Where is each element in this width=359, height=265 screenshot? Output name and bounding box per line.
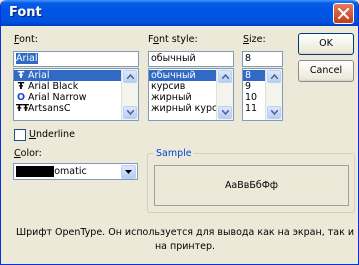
color-label: Color: bbox=[14, 148, 42, 159]
scroll-down-button[interactable] bbox=[123, 106, 137, 119]
underline-label: Underline bbox=[29, 129, 75, 140]
font-type-icon: Ŧ bbox=[17, 70, 25, 81]
font-item-label: Arial bbox=[28, 70, 50, 81]
chevron-up-icon bbox=[127, 74, 134, 79]
font-style-scrollbar[interactable] bbox=[216, 69, 233, 120]
title-bar[interactable]: Font bbox=[1, 0, 358, 26]
font-scrollbar[interactable] bbox=[121, 69, 138, 120]
chevron-down-icon bbox=[222, 110, 229, 115]
window-title: Font bbox=[9, 5, 42, 20]
font-item-label: Arial Black bbox=[28, 81, 79, 92]
close-button[interactable] bbox=[333, 3, 354, 24]
underline-checkbox[interactable] bbox=[14, 129, 26, 141]
font-item-label: Arial Narrow bbox=[28, 92, 87, 103]
list-item[interactable]: Ŧ Arial bbox=[14, 70, 138, 81]
color-dropdown-button[interactable] bbox=[121, 165, 136, 179]
font-type-icon: ŦŦ bbox=[16, 103, 29, 114]
font-item-label: ArtsansC bbox=[28, 103, 71, 114]
close-icon bbox=[338, 8, 349, 19]
chevron-down-icon bbox=[271, 110, 278, 115]
list-item[interactable]: ŦŦArtsansC bbox=[14, 103, 138, 114]
size-list[interactable]: 8 9 10 11 bbox=[242, 68, 283, 121]
cancel-button[interactable]: Cancel bbox=[298, 60, 354, 82]
font-style-list[interactable]: обычный курсив жирный жирный курсив bbox=[148, 68, 234, 121]
color-select[interactable]: Automatic bbox=[13, 163, 138, 180]
sample-preview: АаВвБбФф bbox=[154, 165, 349, 206]
font-label: Font: bbox=[14, 34, 38, 45]
list-item[interactable]: Ŧ Arial Black bbox=[14, 81, 138, 92]
font-description: Шрифт OpenType. Он используется для выво… bbox=[15, 227, 355, 252]
size-scrollbar[interactable] bbox=[265, 69, 282, 120]
sample-text: АаВвБбФф bbox=[224, 180, 279, 191]
scroll-up-button[interactable] bbox=[218, 70, 232, 83]
font-type-icon: Ŧ bbox=[17, 81, 25, 92]
font-style-label: Font style: bbox=[148, 34, 198, 45]
dropdown-arrow-icon bbox=[125, 170, 132, 174]
scroll-up-button[interactable] bbox=[123, 70, 137, 83]
sample-group-title: Sample bbox=[154, 148, 194, 159]
font-style-input[interactable]: обычный bbox=[148, 51, 234, 67]
list-item[interactable]: O Arial Narrow bbox=[14, 92, 138, 103]
chevron-up-icon bbox=[222, 74, 229, 79]
color-select-value: Automatic bbox=[38, 166, 87, 177]
scroll-down-button[interactable] bbox=[218, 106, 232, 119]
chevron-up-icon bbox=[271, 74, 278, 79]
font-input[interactable]: Arial bbox=[13, 51, 139, 67]
ok-button[interactable]: OK bbox=[298, 33, 354, 55]
scroll-down-button[interactable] bbox=[267, 106, 281, 119]
font-type-icon: O bbox=[16, 92, 26, 103]
font-list[interactable]: Ŧ Arial Ŧ Arial Black O Arial Narrow ŦŦArts… bbox=[13, 68, 139, 121]
chevron-down-icon bbox=[127, 110, 134, 115]
scroll-up-button[interactable] bbox=[267, 70, 281, 83]
size-label: Size: bbox=[243, 34, 266, 45]
font-input-value: Arial bbox=[16, 53, 38, 64]
size-input[interactable]: 8 bbox=[242, 51, 283, 67]
font-dialog: Font Font: Arial Ŧ Arial Ŧ Arial Black O Ar… bbox=[0, 0, 359, 265]
